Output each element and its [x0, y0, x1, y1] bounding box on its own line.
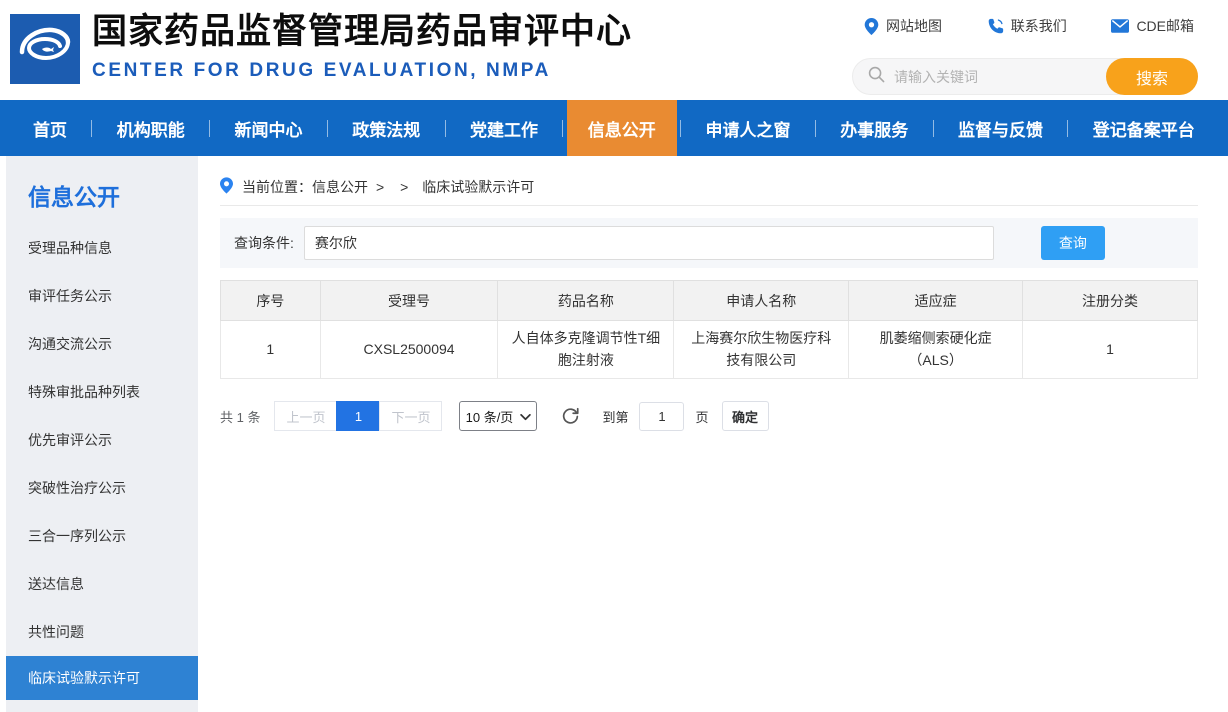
query-panel: 查询条件: 查询 [220, 218, 1198, 268]
page-size-value: 10 条/页 [465, 409, 514, 425]
cell-acceptance-number: CXSL2500094 [319, 320, 499, 379]
breadcrumb-separator: > > [376, 178, 415, 195]
mailbox-link-label: CDE邮箱 [1136, 18, 1194, 34]
main-area: 信息公开 受理品种信息 审评任务公示 沟通交流公示 特殊审批品种列表 优先审评公… [0, 156, 1228, 712]
nav-separator [814, 119, 816, 137]
breadcrumb-section[interactable]: 信息公开 [312, 177, 368, 197]
refresh-icon[interactable] [561, 407, 580, 426]
nav-separator [562, 119, 564, 137]
site-search-input[interactable] [894, 68, 1106, 85]
phone-icon [987, 18, 1004, 35]
nav-item-info-disclosure[interactable]: 信息公开 [566, 100, 677, 156]
cde-logo [10, 14, 80, 84]
col-header-drug-name: 药品名称 [497, 280, 675, 321]
col-header-indication: 适应症 [848, 280, 1024, 321]
page-size-select[interactable]: 10 条/页 [459, 401, 538, 431]
content-area: 当前位置： 信息公开 > > 临床试验默示许可 查询条件: 查询 序号 受理号 … [220, 156, 1198, 712]
nav-item-policies[interactable]: 政策法规 [331, 100, 441, 156]
query-condition-input[interactable] [303, 226, 994, 260]
sitemap-link[interactable]: 网站地图 [864, 16, 942, 36]
sidebar-item-accepted-varieties[interactable]: 受理品种信息 [6, 224, 198, 272]
col-header-registration-category: 注册分类 [1022, 280, 1198, 321]
cell-drug-name: 人自体多克隆调节性T细胞注射液 [497, 320, 675, 379]
sidebar-item-communication[interactable]: 沟通交流公示 [6, 320, 198, 368]
nav-separator [444, 119, 446, 137]
mail-icon [1111, 19, 1130, 33]
nav-separator [932, 119, 934, 137]
pagination: 共 1 条 上一页 1 下一页 10 条/页 到第 页 确定 [220, 401, 1198, 431]
query-button[interactable]: 查询 [1040, 226, 1105, 260]
sidebar-item-priority-review[interactable]: 优先审评公示 [6, 416, 198, 464]
page-number-1[interactable]: 1 [336, 401, 381, 431]
sidebar-item-clinical-trial-implied-license[interactable]: 临床试验默示许可 [6, 656, 198, 700]
nav-item-home[interactable]: 首页 [12, 100, 88, 156]
nav-item-services[interactable]: 办事服务 [819, 100, 929, 156]
cell-indication: 肌萎缩侧索硬化症（ALS） [848, 320, 1024, 379]
nav-separator [1067, 119, 1069, 137]
query-condition-label: 查询条件: [234, 235, 294, 251]
col-header-acceptance-number: 受理号 [319, 280, 499, 321]
sidebar-item-delivery-info[interactable]: 送达信息 [6, 560, 198, 608]
location-pin-icon [220, 176, 242, 197]
cell-index: 1 [220, 320, 321, 379]
contact-link-label: 联系我们 [1010, 18, 1067, 34]
mailbox-link[interactable]: CDE邮箱 [1111, 16, 1194, 36]
results-table: 序号 受理号 药品名称 申请人名称 适应症 注册分类 1 CXSL2500094… [220, 280, 1198, 379]
nav-item-functions[interactable]: 机构职能 [96, 100, 206, 156]
nav-item-news[interactable]: 新闻中心 [214, 100, 324, 156]
quick-links: 网站地图 联系我们 CDE邮箱 [864, 16, 1194, 36]
nav-item-applicant-window[interactable]: 申请人之窗 [685, 100, 812, 156]
sidebar: 信息公开 受理品种信息 审评任务公示 沟通交流公示 特殊审批品种列表 优先审评公… [6, 156, 198, 712]
next-page-button[interactable]: 下一页 [379, 401, 443, 431]
col-header-index: 序号 [220, 280, 321, 321]
confirm-button[interactable]: 确定 [721, 401, 769, 431]
sidebar-title: 信息公开 [28, 184, 120, 210]
col-header-applicant-name: 申请人名称 [673, 280, 850, 321]
breadcrumb-current: 临床试验默示许可 [422, 178, 535, 195]
site-search-button[interactable]: 搜索 [1106, 58, 1198, 95]
search-icon [868, 66, 885, 88]
nav-item-party[interactable]: 党建工作 [449, 100, 559, 156]
sidebar-item-three-in-one[interactable]: 三合一序列公示 [6, 512, 198, 560]
site-subtitle: CENTER FOR DRUG EVALUATION, NMPA [92, 60, 551, 81]
breadcrumb-prefix: 当前位置： [242, 178, 312, 195]
site-title: 国家药品监督管理局药品审评中心 [92, 12, 633, 51]
main-nav: 首页 机构职能 新闻中心 政策法规 党建工作 信息公开 申请人之窗 办事服务 监… [0, 100, 1228, 156]
goto-page-label: 到第 [602, 409, 629, 425]
table-row: 1 CXSL2500094 人自体多克隆调节性T细胞注射液 上海赛尔欣生物医疗科… [220, 320, 1198, 379]
goto-page-input[interactable] [639, 401, 685, 431]
logo-icon [16, 18, 74, 81]
sidebar-item-special-approval[interactable]: 特殊审批品种列表 [6, 368, 198, 416]
site-search-bar: 搜索 [852, 58, 1198, 95]
sidebar-item-common-issues[interactable]: 共性问题 [6, 608, 198, 656]
cell-applicant-name: 上海赛尔欣生物医疗科技有限公司 [673, 320, 850, 379]
nav-separator [209, 119, 211, 137]
cell-registration-category: 1 [1022, 320, 1198, 379]
nav-item-supervision[interactable]: 监督与反馈 [937, 100, 1064, 156]
chevron-down-icon [520, 409, 532, 424]
site-header: 国家药品监督管理局药品审评中心 CENTER FOR DRUG EVALUATI… [0, 0, 1228, 100]
site-title-block: 国家药品监督管理局药品审评中心 CENTER FOR DRUG EVALUATI… [92, 10, 632, 82]
table-header-row: 序号 受理号 药品名称 申请人名称 适应症 注册分类 [220, 280, 1198, 321]
map-pin-icon [864, 17, 879, 35]
sidebar-item-breakthrough-therapy[interactable]: 突破性治疗公示 [6, 464, 198, 512]
page-unit-label: 页 [695, 409, 709, 425]
nav-item-registration-platform[interactable]: 登记备案平台 [1072, 100, 1216, 156]
contact-link[interactable]: 联系我们 [987, 16, 1067, 36]
nav-separator [680, 119, 682, 137]
sitemap-link-label: 网站地图 [886, 18, 942, 34]
pagination-total: 共 1 条 [220, 409, 261, 425]
breadcrumb: 当前位置： 信息公开 > > 临床试验默示许可 [220, 168, 1198, 206]
nav-separator [91, 119, 93, 137]
prev-page-button[interactable]: 上一页 [274, 401, 338, 431]
sidebar-item-review-tasks[interactable]: 审评任务公示 [6, 272, 198, 320]
nav-separator [326, 119, 328, 137]
